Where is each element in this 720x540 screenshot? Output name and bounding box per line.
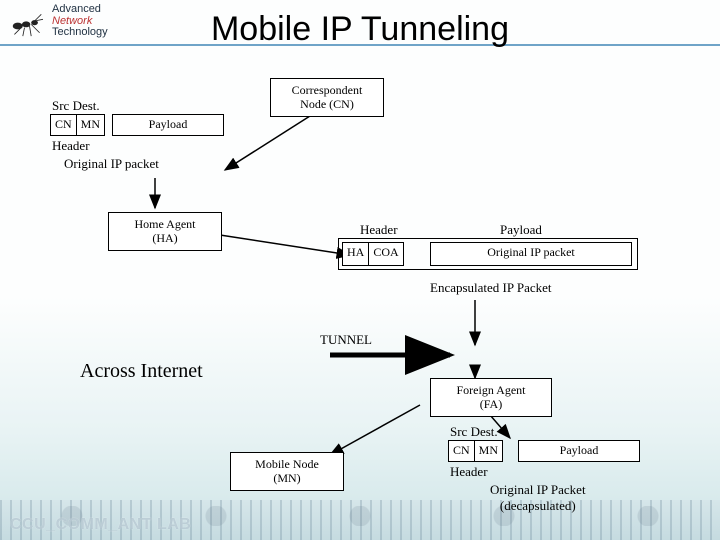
label-encapsulated: Encapsulated IP Packet [430,280,552,296]
node-cn-l2: Node (CN) [277,97,377,111]
decap-header-box: CN MN [448,440,503,462]
page-title: Mobile IP Tunneling [0,10,720,49]
label-header-2: Header [360,222,398,238]
label-payload-2: Payload [500,222,542,238]
label-header-3: Header [450,464,488,480]
decap-l2: (decapsulated) [500,498,576,513]
cell-cn-1: CN [51,115,77,135]
label-decapsulated: Original IP Packet (decapsulated) [490,482,586,514]
cell-mn-1: MN [77,115,104,135]
label-original-1: Original IP packet [64,156,159,172]
label-header-1: Header [52,138,90,154]
orig-header-box-1: CN MN [50,114,105,136]
label-tunnel: TUNNEL [320,332,372,348]
node-mn: Mobile Node (MN) [230,452,344,491]
diagram-canvas: Src Dest. CN MN Payload Header Original … [30,60,690,500]
node-cn: Correspondent Node (CN) [270,78,384,117]
node-mn-l2: (MN) [237,471,337,485]
node-cn-l1: Correspondent [277,83,377,97]
payload-box-1: Payload [112,114,224,136]
label-src-dest-2: Src Dest. [450,424,498,440]
encap-outer-box [338,238,638,270]
node-ha-l2: (HA) [115,231,215,245]
node-mn-l1: Mobile Node [237,457,337,471]
label-across-internet: Across Internet [80,360,203,383]
node-fa-l2: (FA) [437,397,545,411]
footer-lab-text: CCU_COMM_ANT LAB [10,516,191,534]
node-fa-l1: Foreign Agent [437,383,545,397]
payload-box-3: Payload [518,440,640,462]
cell-mn-2: MN [475,441,502,461]
cell-cn-2: CN [449,441,475,461]
node-ha: Home Agent (HA) [108,212,222,251]
node-fa: Foreign Agent (FA) [430,378,552,417]
decap-l1: Original IP Packet [490,482,586,497]
node-ha-l1: Home Agent [115,217,215,231]
label-src-dest-1: Src Dest. [52,98,100,114]
